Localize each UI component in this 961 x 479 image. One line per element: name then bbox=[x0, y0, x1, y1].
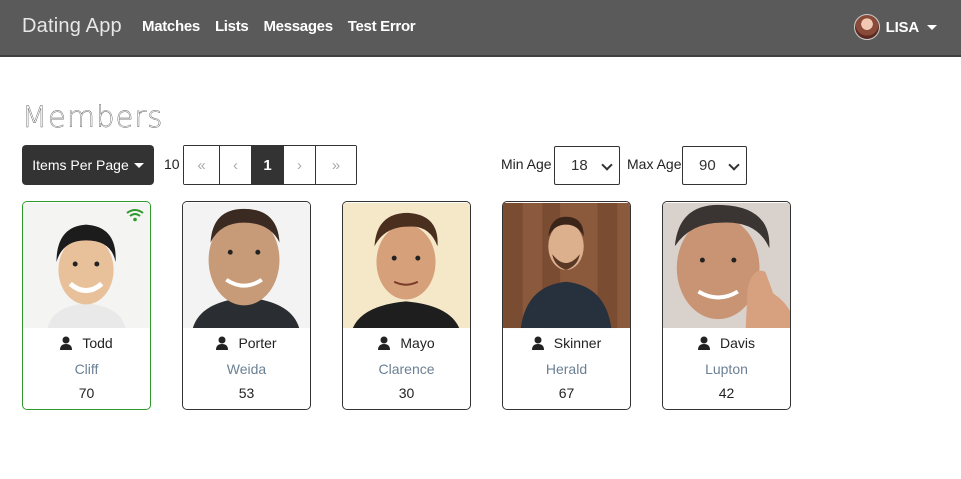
member-age: 53 bbox=[238, 385, 255, 401]
prev-page-button[interactable]: ‹ bbox=[220, 146, 252, 184]
nav-links: Matches Lists Messages Test Error bbox=[142, 18, 430, 35]
first-page-button[interactable]: « bbox=[184, 146, 220, 184]
member-photo bbox=[183, 202, 310, 329]
member-city: Lupton bbox=[705, 361, 748, 377]
max-age-label: Max Age bbox=[627, 156, 682, 172]
min-age-value: 18 bbox=[571, 157, 588, 174]
items-per-page-button[interactable]: Items Per Page bbox=[22, 145, 154, 185]
min-age-label: Min Age bbox=[501, 156, 552, 172]
brand-link[interactable]: Dating App bbox=[22, 15, 122, 38]
navbar: Dating App Matches Lists Messages Test E… bbox=[0, 0, 961, 57]
min-age-select[interactable]: 18 bbox=[554, 146, 620, 185]
member-card[interactable]: Porter Weida 53 bbox=[182, 201, 311, 410]
user-icon bbox=[697, 336, 710, 350]
max-age-select[interactable]: 90 bbox=[682, 146, 747, 185]
nav-matches[interactable]: Matches bbox=[142, 18, 200, 35]
user-icon bbox=[60, 336, 73, 350]
member-photo bbox=[663, 202, 790, 329]
next-page-button[interactable]: › bbox=[284, 146, 316, 184]
nav-messages[interactable]: Messages bbox=[263, 18, 333, 35]
nav-test-error[interactable]: Test Error bbox=[348, 18, 416, 35]
member-photo bbox=[343, 202, 470, 329]
member-card[interactable]: Davis Lupton 42 bbox=[662, 201, 791, 410]
member-card[interactable]: Mayo Clarence 30 bbox=[342, 201, 471, 410]
member-city: Cliff bbox=[74, 361, 99, 377]
user-icon bbox=[378, 336, 391, 350]
member-city: Herald bbox=[545, 361, 588, 377]
member-name-text: Skinner bbox=[553, 335, 602, 351]
member-name: Todd bbox=[23, 335, 150, 351]
member-age: 67 bbox=[558, 385, 575, 401]
user-name: LISA bbox=[885, 18, 920, 36]
member-city: Clarence bbox=[378, 361, 435, 377]
member-name-text: Mayo bbox=[400, 335, 435, 351]
member-card[interactable]: Skinner Herald 67 bbox=[502, 201, 631, 410]
chevron-down-icon bbox=[728, 159, 740, 171]
member-age: 70 bbox=[78, 385, 95, 401]
member-name: Mayo bbox=[343, 335, 470, 351]
page-1-button[interactable]: 1 bbox=[252, 146, 284, 184]
nav-lists[interactable]: Lists bbox=[215, 18, 249, 35]
member-name-text: Todd bbox=[82, 335, 113, 351]
chevron-down-icon bbox=[601, 159, 613, 171]
member-photo bbox=[503, 202, 630, 329]
member-city: Weida bbox=[226, 361, 267, 377]
member-name: Skinner bbox=[503, 335, 630, 351]
avatar bbox=[853, 14, 880, 40]
member-age: 30 bbox=[398, 385, 415, 401]
member-card[interactable]: Todd Cliff 70 bbox=[22, 201, 151, 410]
chevron-down-icon bbox=[927, 24, 937, 30]
member-name: Porter bbox=[183, 335, 310, 351]
member-name: Davis bbox=[663, 335, 790, 351]
items-per-page-label: Items Per Page bbox=[32, 157, 129, 173]
pagination: « ‹ 1 › » bbox=[183, 145, 357, 185]
items-count: 10 bbox=[164, 156, 180, 172]
last-page-button[interactable]: » bbox=[316, 146, 356, 184]
user-icon bbox=[216, 336, 229, 350]
user-icon bbox=[531, 336, 544, 350]
chevron-down-icon bbox=[133, 162, 144, 168]
max-age-value: 90 bbox=[699, 157, 716, 174]
wifi-icon bbox=[126, 209, 144, 222]
member-name-text: Davis bbox=[719, 335, 755, 351]
member-age: 42 bbox=[718, 385, 735, 401]
user-menu[interactable]: LISA bbox=[853, 14, 937, 40]
page-title: Members bbox=[22, 100, 164, 134]
member-name-text: Porter bbox=[238, 335, 277, 351]
